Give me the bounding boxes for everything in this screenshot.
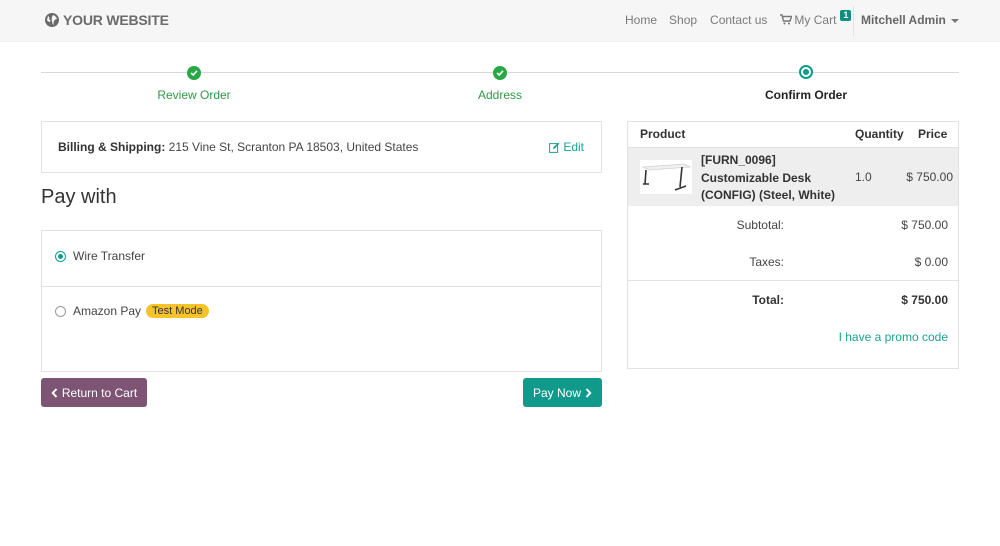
top-navbar: YOUR WEBSITE Home Shop Contact us My Car…	[0, 0, 1000, 42]
nav-link-shop[interactable]: Shop	[669, 13, 697, 27]
step-address-check-icon	[493, 66, 507, 80]
pay-with-heading: Pay with	[41, 186, 117, 208]
step-label-confirm: Confirm Order	[764, 88, 848, 102]
edit-address-link[interactable]: Edit	[549, 140, 584, 154]
nav-link-home[interactable]: Home	[625, 13, 657, 27]
product-price: $ 750.00	[906, 170, 953, 184]
product-name[interactable]: [FURN_0096] Customizable Desk (CONFIG) (…	[701, 152, 849, 205]
header-product: Product	[640, 127, 686, 141]
return-to-cart-label: Return to Cart	[61, 385, 138, 400]
cart-label: My Cart	[794, 13, 837, 27]
globe-icon	[45, 13, 59, 27]
amazon-pay-radio[interactable]	[55, 305, 66, 317]
pay-now-button[interactable]: Pay Now	[523, 378, 602, 407]
brand-name: YOUR WEBSITE	[63, 12, 169, 28]
wire-transfer-radio[interactable]	[55, 250, 66, 262]
total-value: $ 750.00	[901, 293, 948, 307]
edit-label: Edit	[563, 140, 584, 154]
nav-divider	[853, 6, 854, 36]
taxes-value: $ 0.00	[914, 255, 948, 269]
user-menu[interactable]: Mitchell Admin	[861, 13, 959, 27]
billing-address: Billing & Shipping: 215 Vine St, Scranto…	[58, 140, 418, 154]
edit-icon	[549, 142, 560, 153]
billing-address-value: 215 Vine St, Scranton PA 18503, United S…	[168, 140, 419, 154]
caret-down-icon	[950, 18, 959, 23]
step-confirm-dot-icon	[799, 65, 813, 79]
order-summary-card: Product Quantity Price [FURN_0096] Custo…	[627, 121, 959, 369]
summary-table-header: Product Quantity Price	[628, 122, 958, 147]
chevron-right-icon	[585, 387, 592, 398]
subtotal-value: $ 750.00	[901, 218, 948, 232]
step-label-address[interactable]: Address	[478, 88, 522, 102]
cart-icon	[780, 14, 793, 25]
total-divider	[628, 280, 958, 281]
chevron-left-icon	[51, 387, 58, 398]
nav-link-contact[interactable]: Contact us	[710, 13, 767, 27]
return-to-cart-button[interactable]: Return to Cart	[41, 378, 147, 407]
subtotal-label: Subtotal:	[736, 218, 784, 232]
product-image	[640, 160, 692, 194]
payment-option-wire-transfer[interactable]: Wire Transfer	[42, 249, 601, 263]
header-quantity: Quantity	[855, 127, 904, 141]
user-name: Mitchell Admin	[861, 13, 946, 27]
table-row: [FURN_0096] Customizable Desk (CONFIG) (…	[628, 147, 958, 206]
wire-transfer-label: Wire Transfer	[73, 249, 146, 263]
amazon-pay-label: Amazon Pay	[73, 304, 142, 318]
total-label: Total:	[752, 293, 784, 307]
test-mode-badge: Test Mode	[146, 304, 209, 318]
billing-label: Billing & Shipping:	[58, 140, 166, 154]
step-label-review[interactable]: Review Order	[157, 88, 230, 102]
header-price: Price	[918, 127, 948, 141]
payment-methods-card: Wire Transfer Amazon Pay Test Mode	[41, 230, 602, 372]
product-quantity: 1.0	[855, 170, 872, 184]
nav-link-cart[interactable]: My Cart 1	[780, 10, 852, 27]
step-review-check-icon	[187, 66, 201, 80]
taxes-label: Taxes:	[749, 255, 784, 269]
promo-code-link[interactable]: I have a promo code	[839, 330, 948, 344]
brand-logo[interactable]: YOUR WEBSITE	[44, 12, 169, 28]
nav-menu: Home Shop Contact us My Cart 1	[625, 10, 852, 27]
payment-option-amazon-pay[interactable]: Amazon Pay Test Mode	[42, 304, 601, 318]
cart-count-badge: 1	[840, 10, 852, 21]
billing-shipping-card: Billing & Shipping: 215 Vine St, Scranto…	[41, 121, 602, 173]
payment-divider	[42, 286, 601, 287]
pay-now-label: Pay Now	[532, 385, 582, 400]
